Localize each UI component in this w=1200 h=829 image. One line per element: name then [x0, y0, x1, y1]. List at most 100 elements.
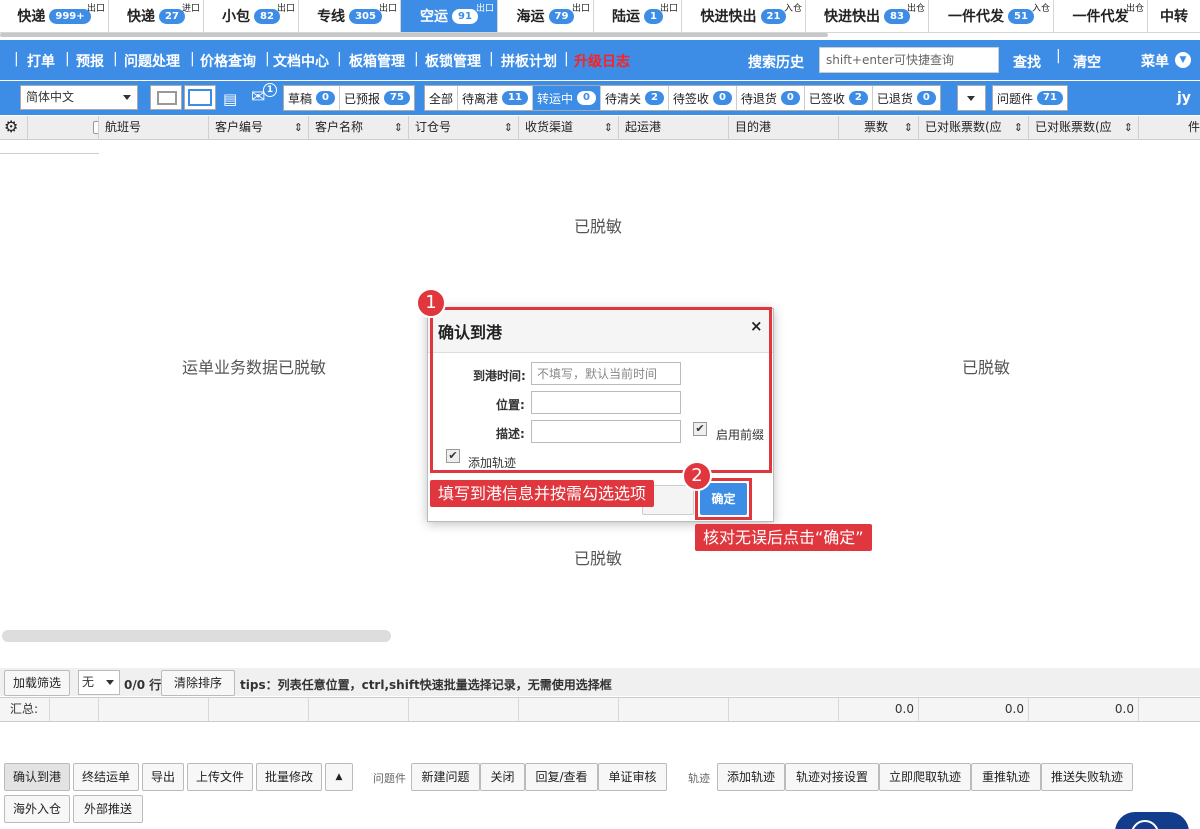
status-count: 71 — [1037, 91, 1063, 105]
status-draft[interactable]: 草稿 0 — [284, 86, 340, 110]
status-pending-return[interactable]: 待退货 0 — [737, 86, 805, 110]
column-header[interactable]: 起运港 — [619, 116, 729, 140]
push-failed-track-button[interactable]: 推送失败轨迹 — [1041, 763, 1133, 791]
column-header[interactable]: 件 — [1139, 116, 1200, 140]
settings-column[interactable]: ⚙ — [0, 116, 28, 140]
column-header[interactable]: 已对账票数(应 ⇕ — [1029, 116, 1139, 140]
status-problem[interactable]: 问题件 71 — [993, 86, 1067, 110]
column-header[interactable]: 客户编号 ⇕ — [209, 116, 309, 140]
tab-quick-in[interactable]: 快进快出 21 入仓 — [682, 0, 806, 32]
tab-air-freight[interactable]: 空运 91 出口 — [401, 0, 498, 32]
menu-item-plan[interactable]: 拼板计划 — [501, 51, 557, 71]
sort-icon[interactable]: ⇕ — [1123, 117, 1133, 139]
help-chat-button[interactable] — [1115, 812, 1189, 829]
column-header[interactable]: 航班号 — [99, 116, 209, 140]
search-history-link[interactable]: 搜索历史 — [748, 52, 804, 72]
summary-cell — [519, 698, 619, 721]
status-in-transit[interactable]: 转运中 0 — [532, 86, 601, 110]
tab-express-import[interactable]: 快递 27 进口 — [109, 0, 204, 32]
tab-dropship-in[interactable]: 一件代发 51 入仓 — [929, 0, 1054, 32]
status-more-dropdown[interactable] — [957, 85, 986, 111]
overseas-warehouse-button[interactable]: 海外入仓 — [4, 795, 70, 823]
status-forecasted[interactable]: 已预报 75 — [340, 86, 414, 110]
sort-icon[interactable]: ⇕ — [1013, 117, 1023, 139]
list-icon[interactable]: ▤ — [223, 91, 241, 107]
column-header[interactable]: 已对账票数(应 ⇕ — [919, 116, 1029, 140]
sort-icon[interactable]: ⇕ — [504, 117, 513, 139]
tab-badge: 51 — [1008, 8, 1034, 24]
clear-sort-button[interactable]: 清除排序 — [161, 670, 235, 696]
tab-dedicated-line[interactable]: 专线 305 出口 — [299, 0, 401, 32]
tab-scrollbar[interactable] — [0, 33, 828, 37]
view-full-button[interactable] — [184, 85, 216, 110]
menu-button[interactable]: 菜单 — [1141, 51, 1169, 71]
status-all[interactable]: 全部 — [425, 86, 459, 110]
document-review-button[interactable]: 单证审核 — [598, 763, 667, 791]
horizontal-scrollbar[interactable] — [2, 630, 391, 642]
sort-icon[interactable]: ⇕ — [394, 117, 403, 139]
status-toolbar: 简体中文 ▤ ✉ 草稿 0 已预报 75 全部 待离港 11 转运中 0 待清关 2 待签… — [0, 81, 1200, 115]
sort-icon[interactable]: ⇕ — [294, 117, 303, 139]
column-header[interactable]: 客户名称 ⇕ — [309, 116, 409, 140]
crawl-track-button[interactable]: 立即爬取轨迹 — [879, 763, 971, 791]
track-integration-button[interactable]: 轨迹对接设置 — [785, 763, 879, 791]
gear-icon[interactable]: ⚙ — [4, 119, 18, 135]
more-actions-button[interactable]: ▲ — [325, 763, 353, 791]
user-name[interactable]: jy — [1177, 90, 1191, 106]
repush-track-button[interactable]: 重推轨迹 — [971, 763, 1041, 791]
search-input[interactable] — [819, 47, 999, 73]
menu-item-upgrade-log[interactable]: 升级日志 — [574, 51, 630, 71]
main-menu-bar: | 打单 | 预报 | 问题处理 | 价格查询 | 文档中心 | 板箱管理 | … — [0, 40, 1200, 80]
menu-item-print[interactable]: 打单 — [27, 51, 55, 71]
tab-quick-out[interactable]: 快进快出 83 出仓 — [806, 0, 929, 32]
search-button[interactable]: 查找 — [1013, 52, 1041, 72]
column-header[interactable]: 订仓号 ⇕ — [409, 116, 519, 140]
upload-file-button[interactable]: 上传文件 — [187, 763, 253, 791]
tab-sea-freight[interactable]: 海运 79 出口 — [498, 0, 594, 32]
status-pending-clearance[interactable]: 待清关 2 — [601, 86, 669, 110]
finalize-waybill-button[interactable]: 终结运单 — [73, 763, 139, 791]
tab-land-freight[interactable]: 陆运 1 出口 — [594, 0, 682, 32]
export-button[interactable]: 导出 — [142, 763, 184, 791]
tab-dropship-out[interactable]: 一件代发 出仓 — [1054, 0, 1148, 32]
chevron-down-icon — [967, 96, 975, 101]
sort-icon[interactable]: ⇕ — [904, 117, 913, 139]
menu-item-issues[interactable]: 问题处理 — [124, 51, 180, 71]
menu-item-box[interactable]: 板箱管理 — [349, 51, 405, 71]
new-problem-button[interactable]: 新建问题 — [411, 763, 480, 791]
status-pending-departure[interactable]: 待离港 11 — [458, 86, 533, 110]
clear-button[interactable]: 清空 — [1073, 52, 1101, 72]
tab-express-export[interactable]: 快递 999+ 出口 — [0, 0, 109, 32]
reply-view-button[interactable]: 回复/查看 — [525, 763, 598, 791]
status-received[interactable]: 已签收 2 — [805, 86, 873, 110]
chevron-down-icon[interactable]: ▼ — [1175, 52, 1191, 68]
confirm-arrival-button[interactable]: 确认到港 — [4, 763, 70, 791]
status-returned[interactable]: 已退货 0 — [873, 86, 940, 110]
add-track-button[interactable]: 添加轨迹 — [717, 763, 785, 791]
status-pending-receipt[interactable]: 待签收 0 — [669, 86, 737, 110]
chevron-down-icon — [123, 95, 131, 100]
module-tabs: 快递 999+ 出口 快递 27 进口 小包 82 出口 专线 305 出口 空运 91 出口 海运… — [0, 0, 1200, 33]
menu-item-lock[interactable]: 板锁管理 — [425, 51, 481, 71]
layout-full-icon — [188, 89, 212, 106]
menu-item-price[interactable]: 价格查询 — [200, 51, 256, 71]
menu-item-forecast[interactable]: 预报 — [76, 51, 104, 71]
menu-item-docs[interactable]: 文档中心 — [273, 51, 329, 71]
column-header[interactable]: 目的港 — [729, 116, 839, 140]
tab-transfer[interactable]: 中转 — [1148, 0, 1200, 32]
tab-small-parcel[interactable]: 小包 82 出口 — [204, 0, 299, 32]
select-column[interactable] — [28, 116, 99, 140]
load-filter-button[interactable]: 加载筛选 — [4, 670, 70, 696]
status-count: 0 — [780, 91, 800, 105]
language-select[interactable]: 简体中文 — [20, 85, 138, 110]
sort-icon[interactable]: ⇕ — [604, 117, 613, 139]
column-header[interactable]: 票数 ⇕ — [839, 116, 919, 140]
filter-select[interactable]: 无 — [78, 670, 120, 695]
view-compact-button[interactable] — [150, 85, 182, 110]
external-push-button[interactable]: 外部推送 — [73, 795, 143, 823]
column-label: 已对账票数(应 — [1035, 120, 1112, 134]
tab-label: 快进快出 — [700, 9, 757, 25]
column-header[interactable]: 收货渠道 ⇕ — [519, 116, 619, 140]
close-problem-button[interactable]: 关闭 — [480, 763, 525, 791]
batch-edit-button[interactable]: 批量修改 — [256, 763, 322, 791]
